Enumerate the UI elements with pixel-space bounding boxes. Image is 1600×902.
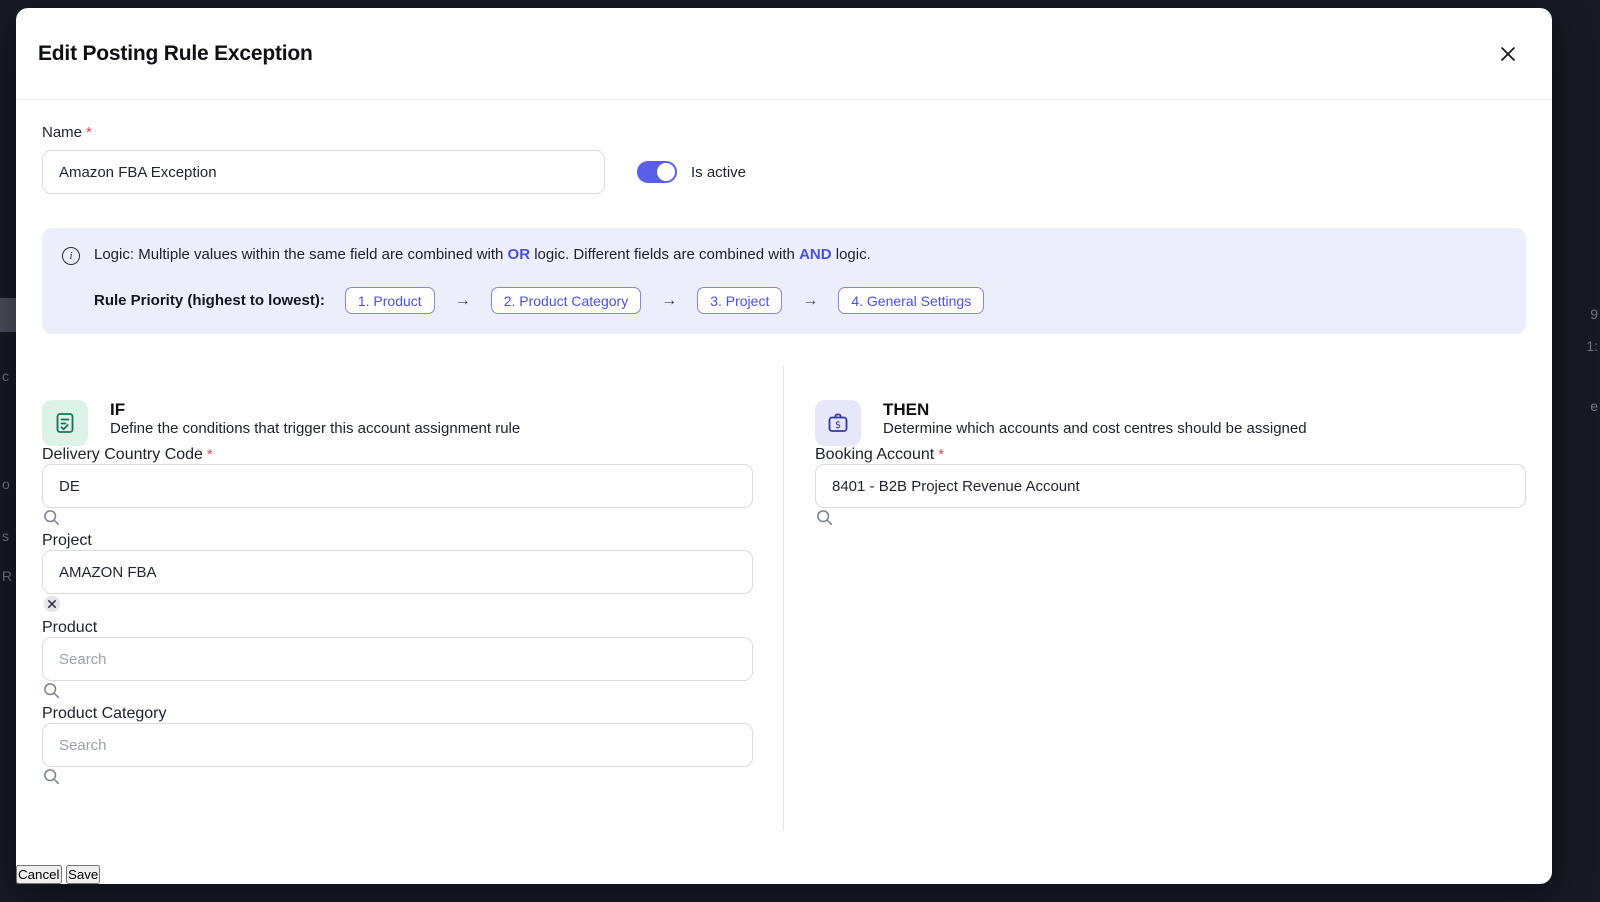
backdrop-text-fragment: 9 bbox=[1590, 306, 1598, 322]
priority-pill-project: 3. Project bbox=[697, 287, 782, 314]
product-search-input[interactable] bbox=[42, 637, 753, 681]
required-asterisk: * bbox=[207, 446, 213, 463]
project-row: Project bbox=[42, 532, 753, 619]
close-button[interactable] bbox=[1490, 36, 1526, 72]
arrow-icon: → bbox=[661, 292, 677, 310]
priority-pill-general-settings: 4. General Settings bbox=[838, 287, 984, 314]
search-icon bbox=[815, 514, 834, 531]
project-label: Project bbox=[42, 532, 92, 549]
backdrop-row-fragment bbox=[0, 298, 16, 332]
backdrop-text-fragment: o bbox=[2, 476, 10, 492]
priority-pill-product: 1. Product bbox=[345, 287, 435, 314]
logic-info-banner: i Logic: Multiple values within the same… bbox=[42, 228, 1526, 334]
logic-description-text: Logic: Multiple values within the same f… bbox=[94, 246, 871, 263]
delivery-country-input[interactable] bbox=[42, 464, 753, 508]
booking-account-input[interactable] bbox=[815, 464, 1526, 508]
backdrop-text-fragment: 1: bbox=[1586, 338, 1598, 354]
condition-columns: IF Define the conditions that trigger th… bbox=[42, 366, 1526, 831]
product-row: Product bbox=[42, 619, 753, 705]
edit-posting-rule-exception-dialog: Edit Posting Rule Exception Name* Is act… bbox=[16, 8, 1552, 884]
if-form: Delivery Country Code* Project bbox=[42, 446, 753, 791]
rule-priority-label: Rule Priority (highest to lowest): bbox=[94, 292, 325, 309]
name-label: Name bbox=[42, 124, 82, 141]
if-section: IF Define the conditions that trigger th… bbox=[42, 366, 784, 831]
name-row: Name* Is active bbox=[42, 124, 1526, 194]
then-section: $ THEN Determine which accounts and cost… bbox=[784, 366, 1526, 831]
backdrop-text-fragment: R bbox=[2, 568, 12, 584]
product-category-search-input[interactable] bbox=[42, 723, 753, 767]
backdrop-text-fragment: e bbox=[1590, 398, 1598, 414]
dialog-title: Edit Posting Rule Exception bbox=[38, 42, 313, 66]
backdrop-text-fragment: c bbox=[2, 368, 9, 384]
project-input[interactable] bbox=[42, 550, 753, 594]
then-heading: THEN bbox=[883, 400, 1307, 420]
toggle-knob bbox=[657, 163, 675, 181]
is-active-toggle[interactable] bbox=[637, 161, 677, 183]
product-category-label: Product Category bbox=[42, 705, 167, 722]
if-heading: IF bbox=[110, 400, 520, 420]
if-description: Define the conditions that trigger this … bbox=[110, 420, 520, 437]
search-icon bbox=[42, 514, 61, 531]
info-icon: i bbox=[62, 247, 80, 265]
booking-account-label: Booking Account* bbox=[815, 446, 944, 463]
booking-account-row: Booking Account* bbox=[815, 446, 1526, 532]
delivery-country-label: Delivery Country Code* bbox=[42, 446, 213, 463]
is-active-label: Is active bbox=[691, 164, 746, 181]
name-input[interactable] bbox=[42, 150, 605, 194]
then-form: Booking Account* bbox=[815, 446, 1526, 532]
delivery-country-row: Delivery Country Code* bbox=[42, 446, 753, 532]
arrow-icon: → bbox=[802, 292, 818, 310]
briefcase-dollar-icon: $ bbox=[815, 400, 861, 446]
svg-text:$: $ bbox=[835, 420, 841, 431]
product-label: Product bbox=[42, 619, 97, 636]
and-keyword: AND bbox=[799, 246, 832, 263]
is-active-toggle-group: Is active bbox=[637, 161, 746, 183]
dialog-footer: Cancel Save bbox=[16, 865, 1552, 884]
or-keyword: OR bbox=[508, 246, 531, 263]
backdrop-text-fragment: s bbox=[2, 528, 9, 544]
then-description: Determine which accounts and cost centre… bbox=[883, 420, 1307, 437]
clear-icon[interactable] bbox=[42, 601, 62, 618]
dialog-body: Name* Is active i Logic: Multiple values… bbox=[16, 100, 1552, 865]
product-category-row: Product Category bbox=[42, 705, 753, 791]
required-asterisk: * bbox=[938, 446, 944, 463]
rule-priority-row: Rule Priority (highest to lowest): 1. Pr… bbox=[94, 287, 1506, 314]
search-icon bbox=[42, 773, 61, 790]
if-section-header: IF Define the conditions that trigger th… bbox=[42, 400, 753, 446]
dialog-header: Edit Posting Rule Exception bbox=[16, 8, 1552, 100]
checklist-icon bbox=[42, 400, 88, 446]
save-button[interactable]: Save bbox=[66, 865, 100, 884]
cancel-button[interactable]: Cancel bbox=[16, 865, 62, 884]
logic-description-line: i Logic: Multiple values within the same… bbox=[62, 246, 1506, 265]
required-asterisk: * bbox=[86, 124, 92, 141]
close-icon bbox=[1498, 44, 1518, 64]
then-section-header: $ THEN Determine which accounts and cost… bbox=[815, 400, 1526, 446]
search-icon bbox=[42, 687, 61, 704]
priority-pill-product-category: 2. Product Category bbox=[491, 287, 642, 314]
arrow-icon: → bbox=[455, 292, 471, 310]
